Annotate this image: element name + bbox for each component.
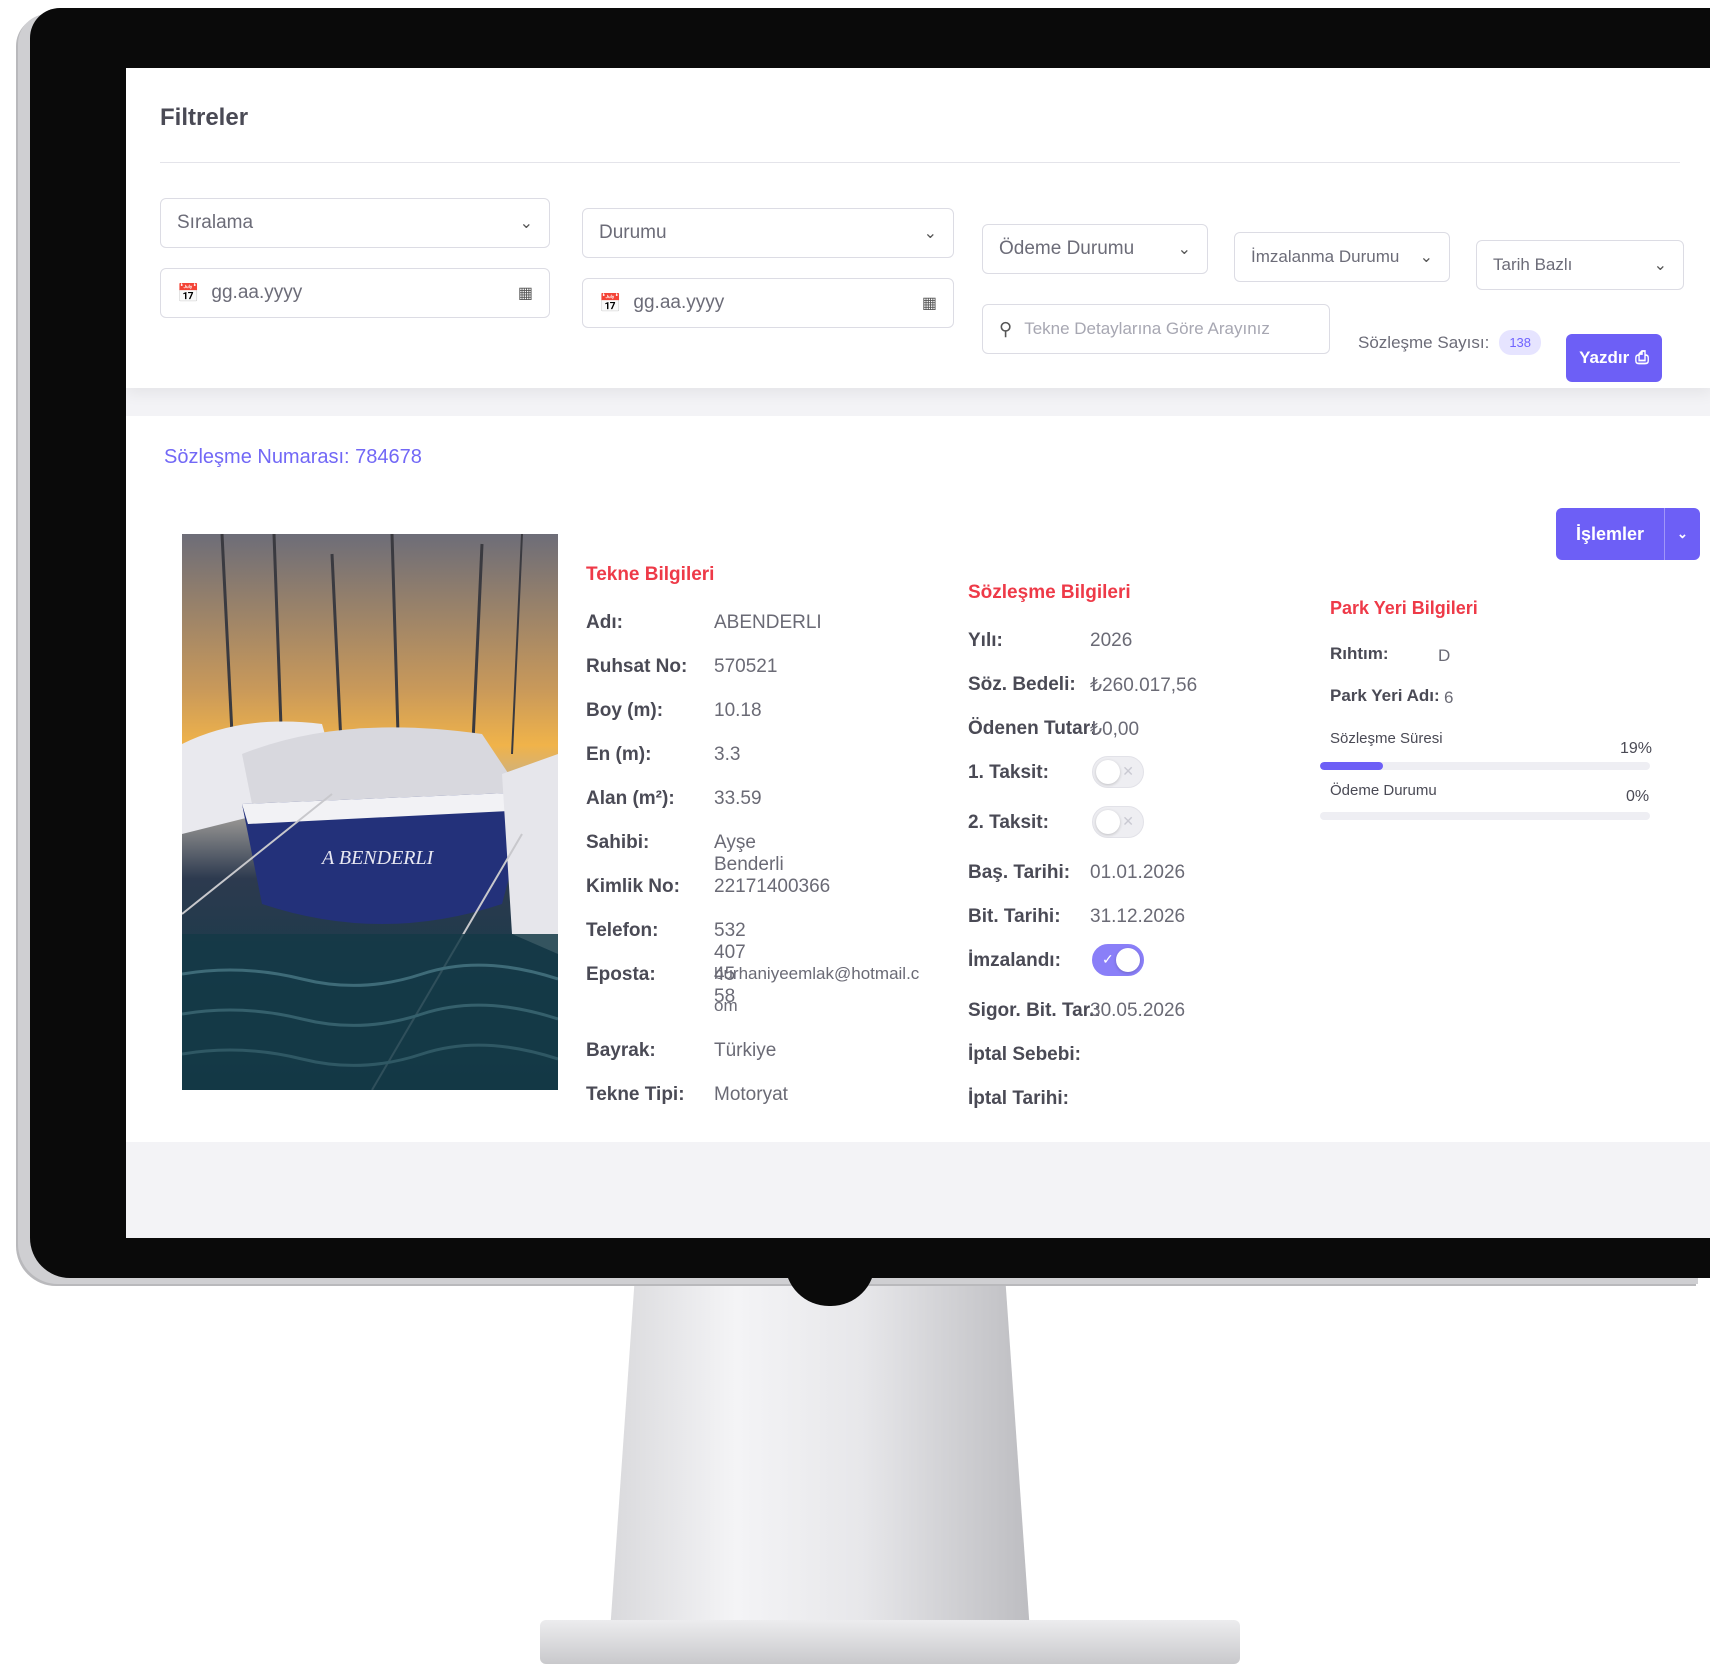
chevron-down-icon: ⌄ bbox=[519, 215, 533, 232]
date-basis-value: Tarih Bazlı bbox=[1493, 255, 1573, 274]
print-button-label: Yazdır bbox=[1579, 348, 1630, 367]
payment-progress-label: Ödeme Durumu bbox=[1330, 782, 1437, 799]
agreement-row-fee: Söz. Bedeli: ₺260.017,56 bbox=[968, 674, 1198, 696]
print-button[interactable]: Yazdır ⎙ bbox=[1566, 334, 1662, 382]
boat-row-id-number: Kimlik No: 22171400366 bbox=[586, 876, 831, 897]
contract-number-link[interactable]: Sözleşme Numarası: 784678 bbox=[164, 446, 422, 469]
agreement-row-year: Yılı: 2026 bbox=[968, 630, 1133, 651]
payment-progress-percent: 0% bbox=[1626, 788, 1650, 805]
agreement-row-signed: İmzalandı: bbox=[968, 950, 1061, 971]
boat-row-length: Boy (m): 10.18 bbox=[586, 700, 762, 721]
toggle-knob bbox=[1116, 948, 1140, 972]
monitor-stand bbox=[610, 1272, 1030, 1632]
contract-card: Sözleşme Numarası: 784678 İşlemler ⌄ A B… bbox=[126, 416, 1710, 1142]
chevron-down-icon: ⌄ bbox=[923, 225, 937, 242]
boat-name-text: A BENDERLI bbox=[320, 847, 435, 869]
monitor-base bbox=[540, 1620, 1240, 1664]
agreement-row-cancel-reason: İptal Sebebi: bbox=[968, 1044, 1081, 1065]
status-select-value: Durumu bbox=[599, 222, 667, 243]
check-icon: ✓ bbox=[1102, 951, 1114, 967]
duration-progress-fill bbox=[1320, 762, 1383, 770]
app-screen: Filtreler Sıralama ⌄ 📅 gg.aa.yyyy ▦ Duru… bbox=[126, 68, 1710, 1238]
screen-bottom-area bbox=[126, 1142, 1710, 1238]
sort-select[interactable]: Sıralama ⌄ bbox=[160, 198, 550, 248]
signing-status-value: İmzalanma Durumu bbox=[1251, 247, 1400, 266]
calendar-picker-icon[interactable]: ▦ bbox=[518, 283, 533, 303]
duration-progress-bar bbox=[1320, 762, 1650, 770]
calendar-picker-icon[interactable]: ▦ bbox=[922, 293, 937, 313]
boat-row-area: Alan (m²): 33.59 bbox=[586, 788, 762, 809]
boat-row-phone: Telefon: 532 407 45 58 bbox=[586, 920, 746, 1007]
parking-spot-value: 6 bbox=[1444, 688, 1454, 707]
boat-row-width: En (m): 3.3 bbox=[586, 744, 741, 765]
close-icon: ✕ bbox=[1122, 763, 1134, 779]
boat-row-license: Ruhsat No: 570521 bbox=[586, 656, 778, 677]
parking-pier-value: D bbox=[1438, 646, 1451, 665]
end-date-placeholder: gg.aa.yyyy bbox=[633, 292, 725, 313]
parking-info-title: Park Yeri Bilgileri bbox=[1330, 598, 1478, 618]
boat-photo: A BENDERLI bbox=[182, 534, 558, 1090]
agreement-row-installment-2: 2. Taksit: bbox=[968, 812, 1049, 833]
agreement-row-start: Baş. Tarihi: 01.01.2026 bbox=[968, 862, 1186, 883]
status-select[interactable]: Durumu ⌄ bbox=[582, 208, 954, 258]
agreement-row-paid: Ödenen Tutar: ₺0,00 bbox=[968, 718, 1140, 740]
signing-status-select[interactable]: İmzalanma Durumu ⌄ bbox=[1234, 232, 1450, 282]
chevron-down-icon: ⌄ bbox=[1419, 249, 1433, 266]
agreement-row-installment-1: 1. Taksit: bbox=[968, 762, 1049, 783]
actions-dropdown-button[interactable]: İşlemler ⌄ bbox=[1556, 508, 1700, 560]
boat-row-flag: Bayrak: Türkiye bbox=[586, 1040, 777, 1061]
toggle-knob bbox=[1096, 810, 1120, 834]
filter-divider bbox=[160, 162, 1680, 163]
calendar-icon: 📅 bbox=[177, 282, 200, 303]
start-date-placeholder: gg.aa.yyyy bbox=[211, 282, 303, 303]
toggle-knob bbox=[1096, 760, 1120, 784]
contract-count-badge: 138 bbox=[1499, 330, 1542, 355]
start-date-input[interactable]: 📅 gg.aa.yyyy ▦ bbox=[160, 268, 550, 318]
search-input[interactable]: ⚲ Tekne Detaylarına Göre Arayınız bbox=[982, 304, 1330, 354]
duration-progress-label: Sözleşme Süresi bbox=[1330, 730, 1443, 747]
parking-pier-label: Rıhtım: bbox=[1330, 644, 1389, 663]
boat-row-owner: Sahibi: Ayşe Benderli bbox=[586, 832, 784, 875]
agreement-row-insurance: Sigor. Bit. Tar.: 30.05.2026 bbox=[968, 1000, 1186, 1021]
duration-progress-percent: 19% bbox=[1620, 740, 1653, 757]
filter-title: Filtreler bbox=[160, 104, 249, 131]
filter-panel: Filtreler Sıralama ⌄ 📅 gg.aa.yyyy ▦ Duru… bbox=[126, 68, 1710, 388]
boat-row-type: Tekne Tipi: Motoryat bbox=[586, 1084, 788, 1105]
chevron-down-icon: ⌄ bbox=[1653, 257, 1667, 274]
search-icon: ⚲ bbox=[999, 318, 1013, 339]
search-placeholder: Tekne Detaylarına Göre Arayınız bbox=[1024, 319, 1270, 338]
chevron-down-icon[interactable]: ⌄ bbox=[1664, 508, 1700, 560]
boat-info-title: Tekne Bilgileri bbox=[586, 564, 715, 585]
installment-2-toggle[interactable]: ✕ bbox=[1092, 806, 1144, 838]
actions-button-label: İşlemler bbox=[1576, 523, 1645, 544]
parking-spot-label: Park Yeri Adı: bbox=[1330, 686, 1440, 705]
signed-toggle[interactable]: ✓ bbox=[1092, 944, 1144, 976]
chevron-down-icon: ⌄ bbox=[1177, 241, 1191, 258]
installment-1-toggle[interactable]: ✕ bbox=[1092, 756, 1144, 788]
agreement-row-cancel-date: İptal Tarihi: bbox=[968, 1088, 1069, 1109]
close-icon: ✕ bbox=[1122, 813, 1134, 829]
monitor-bezel: Filtreler Sıralama ⌄ 📅 gg.aa.yyyy ▦ Duru… bbox=[30, 8, 1710, 1278]
boat-row-email: Eposta: burhaniyeemlak@hotmail.c bbox=[586, 964, 920, 985]
sort-select-value: Sıralama bbox=[177, 212, 254, 233]
contract-count: Sözleşme Sayısı: 138 bbox=[1358, 330, 1542, 355]
boat-row-name: Adı: ABENDERLI bbox=[586, 612, 822, 633]
contract-count-label: Sözleşme Sayısı: bbox=[1358, 332, 1490, 352]
printer-icon: ⎙ bbox=[1635, 348, 1649, 367]
agreement-info-title: Sözleşme Bilgileri bbox=[968, 582, 1131, 603]
agreement-row-end: Bit. Tarihi: 31.12.2026 bbox=[968, 906, 1186, 927]
date-basis-select[interactable]: Tarih Bazlı ⌄ bbox=[1476, 240, 1684, 290]
end-date-input[interactable]: 📅 gg.aa.yyyy ▦ bbox=[582, 278, 954, 328]
boat-illustration: A BENDERLI bbox=[182, 534, 558, 1090]
payment-progress-bar bbox=[1320, 812, 1650, 820]
calendar-icon: 📅 bbox=[599, 292, 622, 313]
payment-status-select[interactable]: Ödeme Durumu ⌄ bbox=[982, 224, 1208, 274]
payment-status-value: Ödeme Durumu bbox=[999, 238, 1135, 259]
